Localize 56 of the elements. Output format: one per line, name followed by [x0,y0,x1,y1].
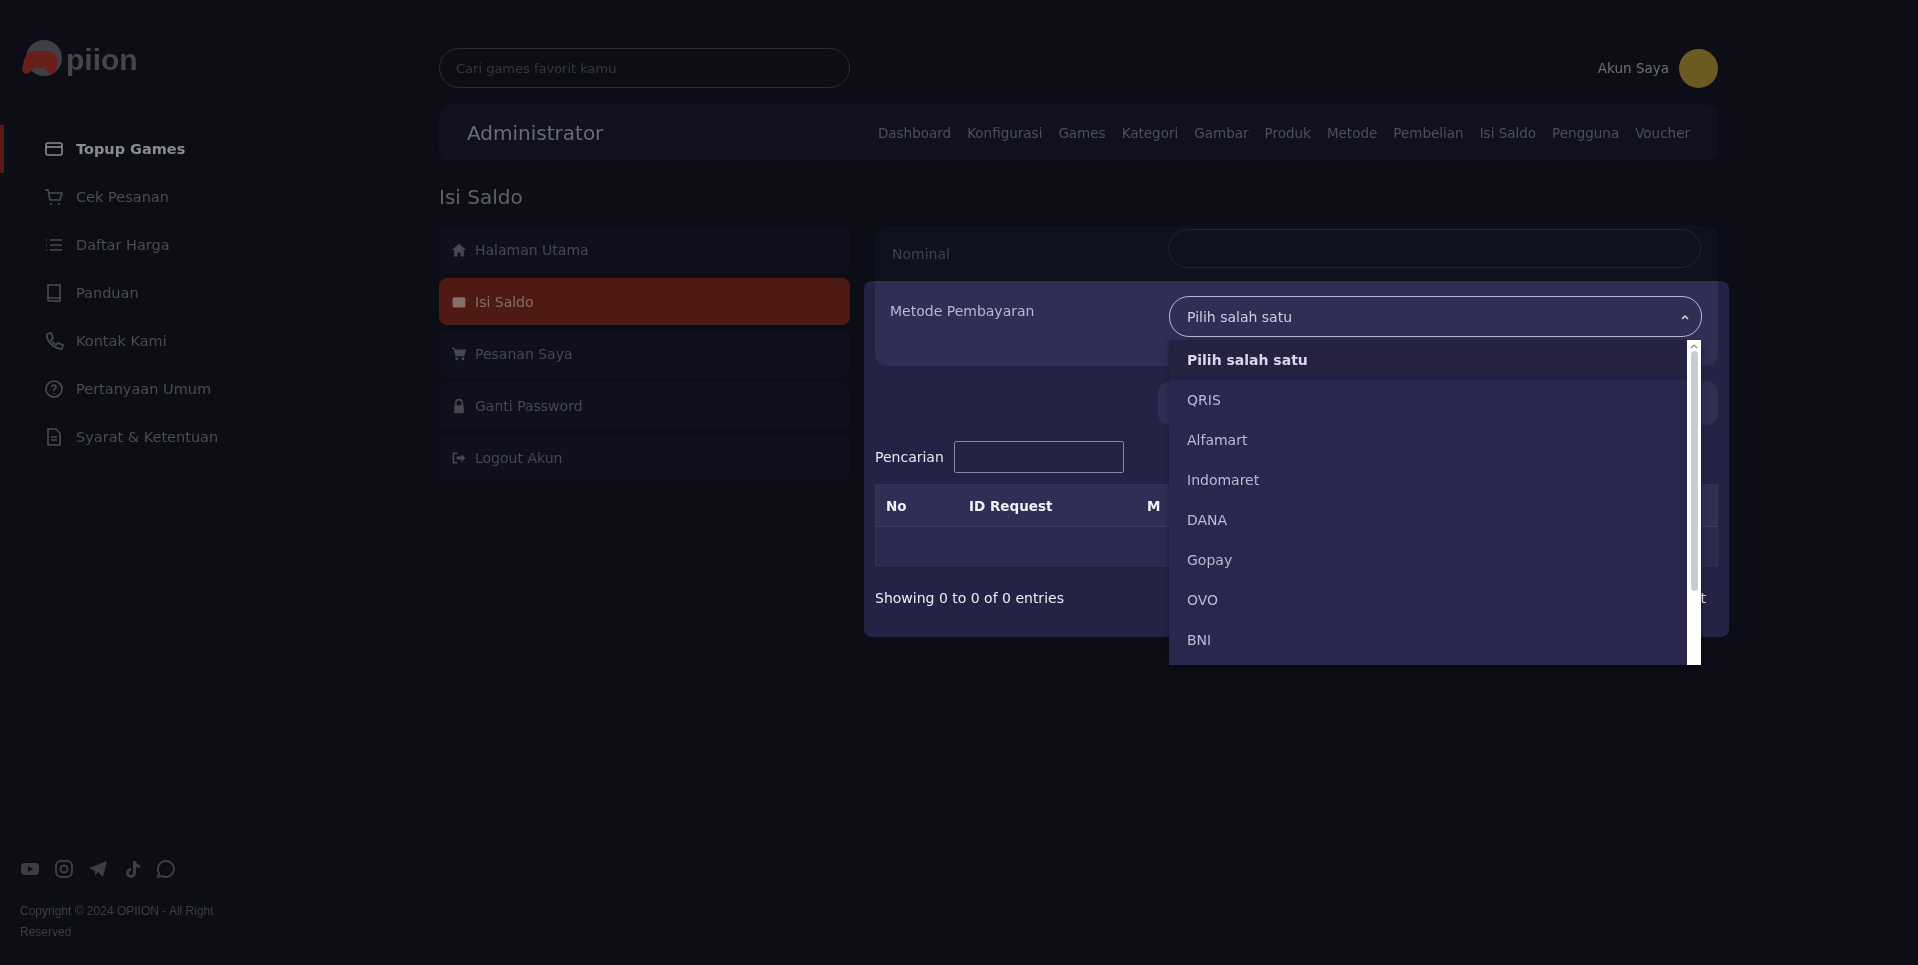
nav-link[interactable]: Kategori [1121,125,1179,141]
entries-info: Showing 0 to 0 of 0 entries [875,590,1064,606]
exit-icon [451,449,467,466]
nav-link[interactable]: Pembelian [1393,125,1464,141]
dropdown-option[interactable]: BNI [1169,620,1687,660]
page-title: Isi Saldo [439,185,524,209]
dropdown-option[interactable]: QRIS [1169,380,1687,420]
payment-method-label: Metode Pembayaran [890,303,1035,321]
paper-plane-icon[interactable] [88,859,108,879]
dropdown-option[interactable]: OVO [1169,580,1687,620]
cart-icon [44,187,64,207]
avatar[interactable] [1679,48,1718,88]
column-header[interactable]: M [1147,497,1161,514]
home-icon [451,241,467,258]
nav-link[interactable]: Metode [1326,125,1378,141]
dropdown-option[interactable]: Gopay [1169,540,1687,580]
sidebar-item[interactable]: Syarat & Ketentuan [0,413,260,461]
book-icon [44,283,64,303]
nav-link[interactable]: Pengguna [1552,125,1620,141]
sidebar-item[interactable]: Pertanyaan Umum [0,365,260,413]
lock-icon [451,397,467,414]
card-icon [44,139,64,159]
dropdown-option[interactable]: DANA [1169,500,1687,540]
nav-link[interactable]: Produk [1264,125,1311,141]
nav-link[interactable]: Konfigurasi [967,125,1043,141]
pagination-text[interactable]: t [1700,590,1706,606]
whatsapp-icon[interactable] [156,859,176,879]
nav-link[interactable]: Isi Saldo [1479,125,1537,141]
caret-icon [1681,313,1689,320]
dropdown-option[interactable]: Alfamart [1169,420,1687,460]
admin-title: Administrator [467,121,604,145]
logo-text: piion [66,43,138,77]
column-header[interactable]: ID Request [969,497,1147,514]
account-label[interactable]: Akun Saya [1597,60,1669,76]
instagram-icon[interactable] [54,859,74,879]
sidebar-item[interactable]: Panduan [0,269,260,317]
search-label: Pencarian [875,449,944,465]
phone-icon [44,331,64,351]
payment-method-select[interactable]: Pilih salah satu [1169,296,1702,337]
nav-link[interactable]: Voucher [1635,125,1690,141]
dropdown-option[interactable]: Indomaret [1169,460,1687,500]
nav-link[interactable]: Gambar [1194,125,1249,141]
scrollbar[interactable] [1687,340,1701,665]
document-icon [44,427,64,447]
cart-icon [451,345,467,362]
table-search-field[interactable] [953,441,1124,473]
sidebar-item[interactable]: Kontak Kami [0,317,260,365]
dropdown-option[interactable]: Pilih salah satu [1169,340,1687,380]
sidebar-item[interactable]: Topup Games [0,125,260,173]
question-icon [44,379,64,399]
nav-link[interactable]: Dashboard [877,125,952,141]
account-menu-item[interactable]: Isi Saldo [439,278,850,325]
sidebar-item[interactable]: Cek Pesanan [0,173,260,221]
column-header[interactable]: No [886,497,969,514]
sidebar-item[interactable]: Daftar Harga [0,221,260,269]
nav-link[interactable]: Games [1058,125,1106,141]
